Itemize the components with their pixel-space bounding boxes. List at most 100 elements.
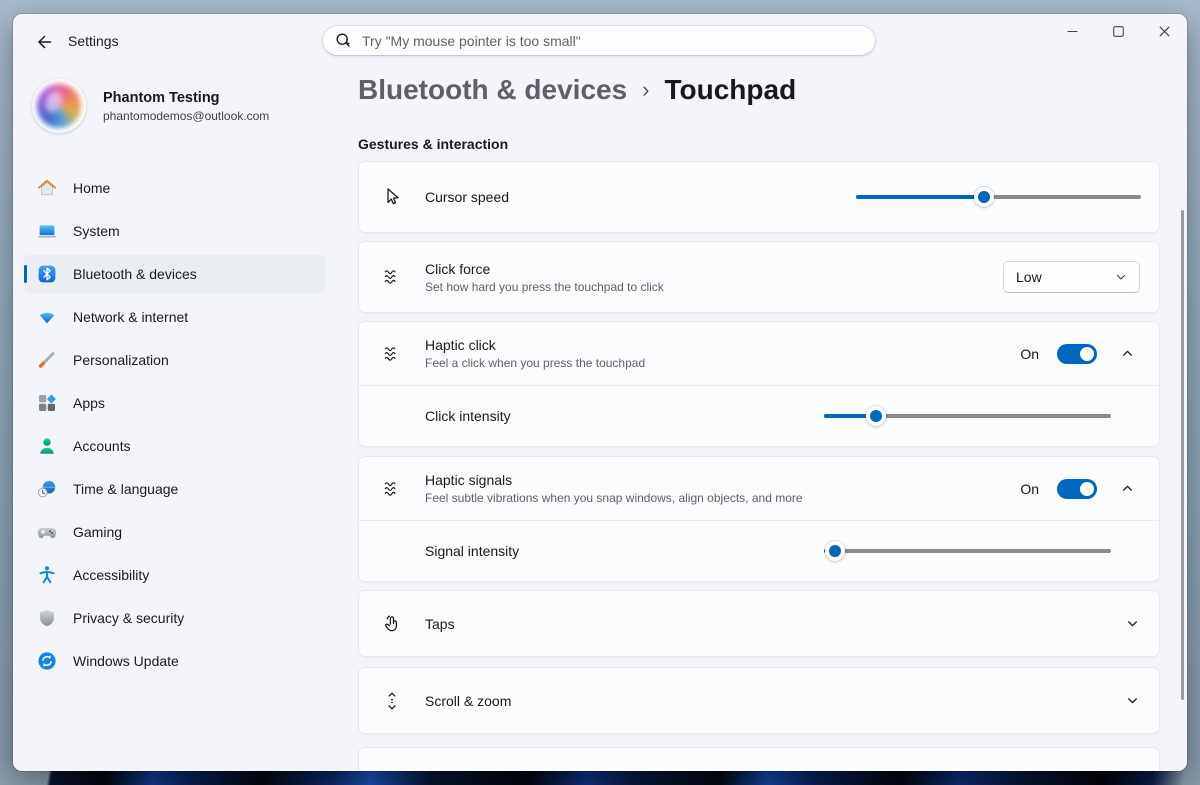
profile-name: Phantom Testing <box>103 90 269 106</box>
sidebar-item-home[interactable]: Home <box>24 169 326 207</box>
bluetooth-icon <box>37 264 57 284</box>
haptic-signals-row: Haptic signals Feel subtle vibrations wh… <box>359 457 1159 520</box>
row-label: Haptic click <box>425 337 645 353</box>
sidebar-item-time-language[interactable]: Time & language <box>24 470 326 508</box>
slider-fill <box>856 195 984 199</box>
slider-thumb[interactable] <box>974 187 994 207</box>
app-title: Settings <box>68 33 119 49</box>
sidebar-item-windows-update[interactable]: Windows Update <box>24 642 326 680</box>
system-icon <box>37 221 57 241</box>
back-button[interactable] <box>27 27 61 57</box>
profile[interactable]: Phantom Testing phantomodemos@outlook.co… <box>32 79 269 133</box>
search-sparkle-icon <box>335 32 352 49</box>
toggle-state-label: On <box>1020 481 1039 497</box>
home-icon <box>37 178 57 198</box>
close-icon <box>1159 26 1170 37</box>
section-title: Gestures & interaction <box>358 136 1160 152</box>
windows-update-icon <box>37 651 57 671</box>
toggle-knob <box>1080 482 1094 496</box>
back-arrow-icon <box>35 33 53 51</box>
breadcrumb: Bluetooth & devices › Touchpad <box>358 14 1160 106</box>
haptic-click-group: Haptic click Feel a click when you press… <box>358 321 1160 447</box>
click-intensity-row: Click intensity <box>359 386 1159 446</box>
sidebar-item-personalization[interactable]: Personalization <box>24 341 326 379</box>
main-content: Bluetooth & devices › Touchpad Gestures … <box>358 14 1160 771</box>
slider-track[interactable] <box>824 549 1111 553</box>
sidebar-item-label: Home <box>73 180 110 196</box>
chevron-down-icon <box>1126 617 1139 630</box>
cursor-icon <box>381 186 403 208</box>
scrollbar[interactable] <box>1181 210 1184 700</box>
sidebar-item-label: Time & language <box>73 481 178 497</box>
settings-window: Settings Phantom Testing <box>13 14 1187 771</box>
selection-accent-bar <box>24 265 27 283</box>
scroll-zoom-row[interactable]: Scroll & zoom <box>358 667 1160 734</box>
toggle-state-label: On <box>1020 346 1039 362</box>
cursor-speed-row: Cursor speed <box>358 161 1160 233</box>
gaming-icon <box>37 522 57 542</box>
accounts-icon <box>37 436 57 456</box>
profile-email: phantomodemos@outlook.com <box>103 109 269 123</box>
collapse-button[interactable] <box>1115 342 1139 366</box>
accessibility-icon <box>37 565 57 585</box>
sidebar-item-accounts[interactable]: Accounts <box>24 427 326 465</box>
slider-thumb[interactable] <box>866 406 886 426</box>
sidebar-item-label: Bluetooth & devices <box>73 266 197 282</box>
sidebar-item-privacy-security[interactable]: Privacy & security <box>24 599 326 637</box>
chevron-down-icon <box>1126 694 1139 707</box>
row-label: Click force <box>425 261 664 277</box>
row-label: Taps <box>425 616 455 632</box>
row-description: Set how hard you press the touchpad to c… <box>425 280 664 294</box>
sidebar-item-accessibility[interactable]: Accessibility <box>24 556 326 594</box>
taps-row[interactable]: Taps <box>358 590 1160 657</box>
haptic-waves-icon <box>381 266 403 288</box>
row-label: Scroll & zoom <box>425 693 511 709</box>
breadcrumb-chevron: › <box>642 77 649 103</box>
row-label: Haptic signals <box>425 472 803 488</box>
sidebar-item-label: Privacy & security <box>73 610 184 626</box>
dropdown-value: Low <box>1016 269 1042 285</box>
settings-cards: Cursor speed Click force Set how hard yo… <box>358 161 1160 771</box>
sidebar-item-label: Gaming <box>73 524 122 540</box>
scroll-icon <box>381 690 403 712</box>
cursor-speed-slider[interactable] <box>856 187 1141 207</box>
sidebar-nav: Home System Bluetooth & devices <box>24 169 326 685</box>
personalization-icon <box>37 350 57 370</box>
sidebar-item-bluetooth-devices[interactable]: Bluetooth & devices <box>24 255 326 293</box>
click-force-row: Click force Set how hard you press the t… <box>358 241 1160 313</box>
avatar <box>32 79 86 133</box>
sidebar-item-label: Accounts <box>73 438 131 454</box>
signal-intensity-row: Signal intensity <box>359 521 1159 581</box>
sidebar-item-label: Windows Update <box>73 653 179 669</box>
sidebar: Phantom Testing phantomodemos@outlook.co… <box>13 66 356 771</box>
row-label: Signal intensity <box>425 543 519 559</box>
sidebar-item-label: Network & internet <box>73 309 188 325</box>
click-force-dropdown[interactable]: Low <box>1003 261 1140 293</box>
click-intensity-slider[interactable] <box>824 406 1111 426</box>
row-description: Feel a click when you press the touchpad <box>425 356 645 370</box>
network-icon <box>37 307 57 327</box>
sidebar-item-gaming[interactable]: Gaming <box>24 513 326 551</box>
tap-hand-icon <box>381 613 403 635</box>
haptic-signals-toggle[interactable] <box>1057 479 1097 499</box>
chevron-up-icon <box>1121 482 1134 495</box>
sidebar-item-label: Personalization <box>73 352 169 368</box>
haptic-click-row: Haptic click Feel a click when you press… <box>359 322 1159 385</box>
chevron-up-icon <box>1121 347 1134 360</box>
sidebar-item-apps[interactable]: Apps <box>24 384 326 422</box>
apps-icon <box>37 393 57 413</box>
signal-intensity-slider[interactable] <box>824 541 1111 561</box>
collapse-button[interactable] <box>1115 477 1139 501</box>
haptic-signals-group: Haptic signals Feel subtle vibrations wh… <box>358 456 1160 582</box>
sidebar-item-network-internet[interactable]: Network & internet <box>24 298 326 336</box>
desktop-background: Settings Phantom Testing <box>0 0 1200 785</box>
slider-thumb[interactable] <box>825 541 845 561</box>
next-card-partial <box>358 747 1160 771</box>
breadcrumb-parent[interactable]: Bluetooth & devices <box>358 74 627 106</box>
sidebar-item-label: System <box>73 223 120 239</box>
haptic-click-toggle[interactable] <box>1057 344 1097 364</box>
row-label: Click intensity <box>425 408 511 424</box>
toggle-knob <box>1080 347 1094 361</box>
sidebar-item-system[interactable]: System <box>24 212 326 250</box>
row-label: Cursor speed <box>425 189 509 205</box>
